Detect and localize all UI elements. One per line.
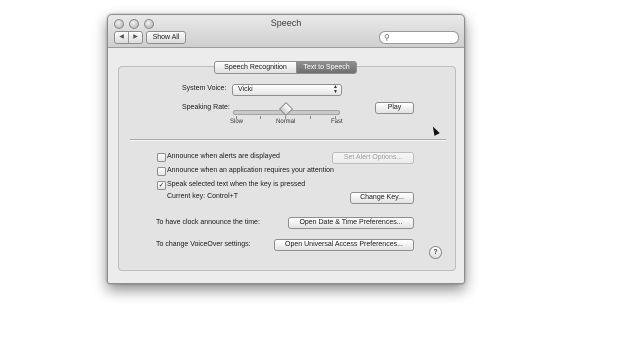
rate-normal-label: Normal <box>276 119 296 125</box>
tab-speech-recognition[interactable]: Speech Recognition <box>215 62 297 73</box>
window-title: Speech <box>270 18 302 28</box>
rate-slow-label: Slow <box>230 119 244 125</box>
current-key-label: Current key: Control+T <box>167 193 238 200</box>
open-date-time-button[interactable]: Open Date & Time Preferences... <box>288 217 414 229</box>
back-icon[interactable]: ◀ <box>115 32 129 43</box>
divider <box>130 139 446 141</box>
alerts-checkbox[interactable] <box>157 153 166 162</box>
tab-bar: Speech Recognition Text to Speech <box>214 61 357 74</box>
checkmark-icon: ✓ <box>158 182 165 189</box>
system-voice-label: System Voice: <box>182 85 227 92</box>
speak-selected-checkbox[interactable]: ✓ <box>157 181 166 190</box>
app-attention-checkbox[interactable] <box>157 167 166 176</box>
system-voice-value: Vicki <box>238 86 253 93</box>
clock-label: To have clock announce the time: <box>156 219 260 226</box>
app-attention-label: Announce when an application requires yo… <box>167 167 334 174</box>
search-icon: ⚲ <box>384 33 390 42</box>
show-all-button[interactable]: Show All <box>146 31 186 44</box>
speech-window: Speech ◀ ▶ Show All ⚲ Speech Recognition… <box>107 14 465 284</box>
search-field[interactable]: ⚲ <box>379 31 459 44</box>
change-key-button[interactable]: Change Key... <box>350 192 414 204</box>
alerts-label: Announce when alerts are displayed <box>167 153 280 160</box>
play-button[interactable]: Play <box>375 102 414 114</box>
rate-fast-label: Fast <box>331 119 343 125</box>
open-universal-access-button[interactable]: Open Universal Access Preferences... <box>274 239 414 251</box>
voiceover-label: To change VoiceOver settings: <box>156 241 251 248</box>
title-bar: Speech ◀ ▶ Show All ⚲ <box>108 15 464 48</box>
speaking-rate-label: Speaking Rate: <box>182 104 230 111</box>
search-input[interactable] <box>393 33 453 41</box>
forward-icon[interactable]: ▶ <box>129 32 142 43</box>
slider-tick <box>260 116 261 119</box>
slider-tick <box>310 116 311 119</box>
help-button[interactable]: ? <box>429 246 442 259</box>
system-voice-popup[interactable]: Vicki ▲ ▼ <box>232 84 342 96</box>
tab-text-to-speech[interactable]: Text to Speech <box>297 62 356 73</box>
chevron-updown-icon: ▲ ▼ <box>333 84 338 95</box>
back-forward-control: ◀ ▶ <box>114 31 143 44</box>
set-alert-options-button[interactable]: Set Alert Options... <box>332 152 414 164</box>
speak-selected-label: Speak selected text when the key is pres… <box>167 181 306 188</box>
